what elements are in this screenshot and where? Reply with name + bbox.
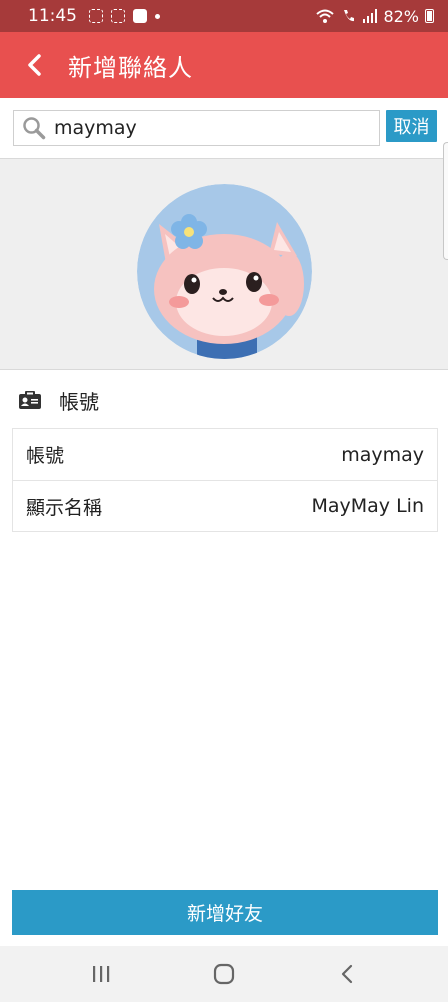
scroll-handle[interactable] (443, 142, 448, 260)
avatar (137, 184, 312, 359)
chevron-left-icon (28, 54, 41, 76)
back-nav-icon (341, 964, 352, 984)
battery-percent: 82% (383, 6, 419, 26)
signal-icon (363, 9, 378, 23)
account-section-header: 帳號 (0, 372, 448, 428)
page-title: 新增聯絡人 (68, 53, 193, 82)
screenshot-icon (89, 9, 103, 23)
recents-icon (93, 966, 110, 982)
contact-card-icon (19, 391, 41, 409)
call-icon (344, 10, 355, 22)
nav-home-button[interactable] (194, 952, 254, 996)
info-row-account: 帳號 maymay (13, 429, 437, 480)
search-input[interactable] (54, 117, 354, 139)
nav-back-button[interactable] (317, 952, 377, 996)
back-button[interactable] (0, 32, 68, 98)
add-friend-button[interactable]: 新增好友 (12, 890, 438, 935)
info-value: maymay (341, 443, 424, 466)
fox-avatar-illustration (137, 184, 312, 359)
status-left: 11:45 (28, 6, 160, 26)
battery-icon (425, 9, 434, 23)
screenshot-icon-2 (111, 9, 125, 23)
app-bar: 新增聯絡人 (0, 32, 448, 98)
home-icon (213, 963, 235, 985)
search-icon (14, 110, 54, 146)
status-right: 82% (315, 7, 434, 26)
system-nav-bar (0, 946, 448, 1002)
search-row: 取消 (0, 98, 448, 156)
status-time: 11:45 (28, 6, 77, 26)
status-bar: 11:45 82% (0, 0, 448, 32)
notification-dot-icon (155, 13, 160, 19)
profile-banner (0, 158, 448, 370)
account-info-table: 帳號 maymay 顯示名稱 MayMay Lin (12, 428, 438, 532)
wifi-icon (316, 9, 335, 23)
nav-recents-button[interactable] (71, 952, 131, 996)
cancel-button[interactable]: 取消 (386, 110, 437, 142)
info-value: MayMay Lin (311, 495, 424, 517)
info-label: 帳號 (26, 445, 65, 467)
app-notification-icon (133, 9, 147, 23)
section-title: 帳號 (59, 389, 99, 414)
info-label: 顯示名稱 (26, 496, 103, 519)
search-box[interactable] (13, 110, 380, 146)
info-row-display-name: 顯示名稱 MayMay Lin (13, 480, 437, 531)
